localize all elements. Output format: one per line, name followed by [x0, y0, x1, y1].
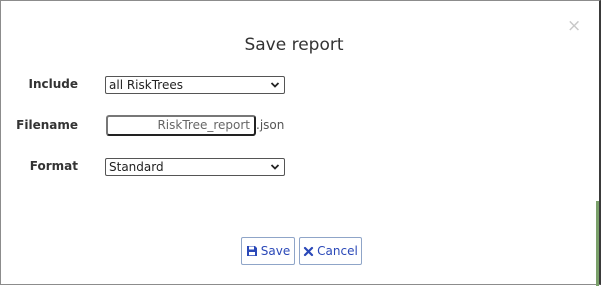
cancel-button[interactable]: Cancel — [299, 237, 362, 265]
chevron-down-icon — [270, 82, 280, 88]
filename-input[interactable]: RiskTree_report — [106, 115, 256, 136]
filename-label: Filename — [16, 118, 78, 132]
save-button-label: Save — [260, 244, 291, 258]
chevron-down-icon — [270, 164, 280, 170]
include-selected-value: all RiskTrees — [109, 78, 183, 92]
format-selected-value: Standard — [109, 160, 164, 174]
include-label: Include — [28, 77, 78, 91]
format-select[interactable]: Standard — [105, 158, 285, 176]
include-select[interactable]: all RiskTrees — [105, 76, 285, 94]
save-report-dialog: × Save report Include all RiskTrees File… — [0, 0, 601, 286]
window-edge-strip — [596, 201, 599, 286]
cancel-button-label: Cancel — [317, 244, 358, 258]
filename-extension: .json — [256, 118, 285, 132]
floppy-disk-icon — [246, 246, 257, 256]
close-icon[interactable]: × — [567, 18, 581, 35]
dialog-title: Save report — [244, 35, 344, 55]
save-button[interactable]: Save — [241, 237, 295, 265]
x-icon — [304, 246, 314, 256]
format-label: Format — [29, 159, 78, 173]
